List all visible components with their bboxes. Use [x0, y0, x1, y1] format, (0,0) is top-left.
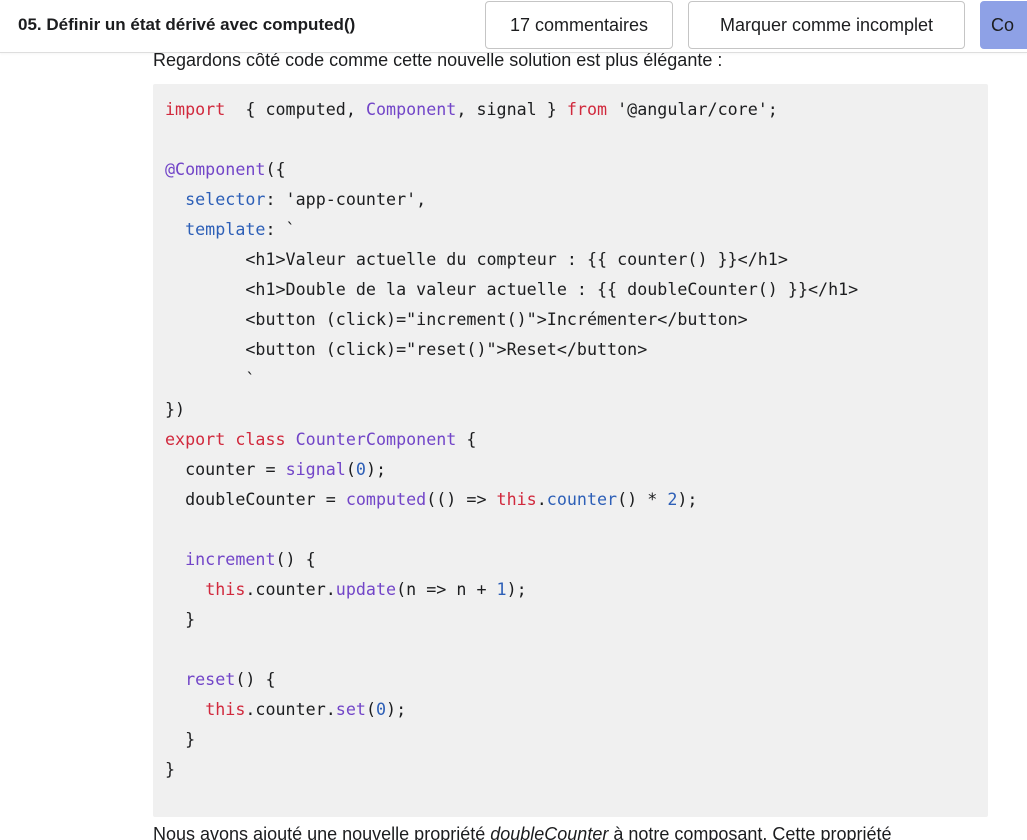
code-line: }: [165, 754, 858, 784]
code-token: ({: [265, 159, 286, 179]
code-token: .counter.: [245, 699, 336, 719]
code-token: 2: [667, 489, 678, 509]
code-line: export class CounterComponent {: [165, 424, 858, 454]
code-token: , signal }: [456, 99, 567, 119]
code-token: () {: [275, 549, 316, 569]
code-token: {: [456, 429, 477, 449]
outro-paragraph: Nous avons ajouté une nouvelle propriété…: [153, 824, 892, 840]
mark-incomplete-button[interactable]: Marquer comme incomplet: [688, 1, 965, 49]
code-token: reset: [185, 669, 236, 689]
code-token: () {: [235, 669, 276, 689]
code-token: <h1>Double de la valeur actuelle : {{ do…: [165, 279, 859, 299]
code-token: (() =>: [426, 489, 497, 509]
code-line: import { computed, Component, signal } f…: [165, 94, 858, 124]
code-line: <button (click)="reset()">Reset</button>: [165, 334, 858, 364]
code-line: <h1>Valeur actuelle du compteur : {{ cou…: [165, 244, 858, 274]
code-line: @Component({: [165, 154, 858, 184]
code-token: );: [506, 579, 527, 599]
code-token: 1: [496, 579, 507, 599]
code-token: from: [566, 99, 608, 119]
code-line: doubleCounter = computed(() => this.coun…: [165, 484, 858, 514]
code-token: }): [165, 399, 186, 419]
code-token: this: [205, 579, 246, 599]
code-token: this: [205, 699, 246, 719]
code-line: }): [165, 394, 858, 424]
code-token: : `: [265, 219, 296, 239]
code-token: '@angular/core';: [607, 99, 778, 119]
code-token: import: [165, 99, 226, 119]
code-token: signal: [285, 459, 346, 479]
comments-button[interactable]: 17 commentaires: [485, 1, 673, 49]
code-token: }: [165, 759, 176, 779]
code-token: () *: [617, 489, 668, 509]
code-token: 0: [355, 459, 366, 479]
code-token: class: [225, 429, 286, 449]
code-token: template: [185, 219, 266, 239]
code-token: <h1>Valeur actuelle du compteur : {{ cou…: [165, 249, 788, 269]
code-token: );: [365, 459, 387, 479]
outro-text-start: Nous avons ajouté une nouvelle propriété: [153, 824, 491, 840]
code-token: .counter.: [245, 579, 336, 599]
code-token: );: [386, 699, 407, 719]
code-line: <h1>Double de la valeur actuelle : {{ do…: [165, 274, 858, 304]
code-token: : 'app-counter',: [265, 189, 427, 209]
outro-text-emphasis: doubleCounter: [490, 824, 609, 840]
code-token: CounterComponent: [285, 429, 457, 449]
code-token: increment: [185, 549, 276, 569]
code-line: <button (click)="increment()">Incrémente…: [165, 304, 858, 334]
code-token: { computed,: [225, 99, 366, 119]
code-listing: import { computed, Component, signal } f…: [165, 94, 858, 784]
intro-paragraph: Regardons côté code comme cette nouvelle…: [153, 52, 723, 70]
code-token: }: [165, 609, 196, 629]
code-block: import { computed, Component, signal } f…: [153, 84, 988, 817]
code-line: template: `: [165, 214, 858, 244]
code-token: .: [536, 489, 547, 509]
code-token: (: [365, 699, 376, 719]
code-token: );: [677, 489, 698, 509]
code-token: export: [165, 429, 226, 449]
code-line: selector: 'app-counter',: [165, 184, 858, 214]
code-token: this: [496, 489, 537, 509]
lesson-header: 05. Définir un état dérivé avec computed…: [0, 0, 1027, 53]
code-line: reset() {: [165, 664, 858, 694]
code-token: computed: [345, 489, 427, 509]
code-token: Component: [365, 99, 457, 119]
code-line: this.counter.set(0);: [165, 694, 858, 724]
code-token: @Component: [165, 159, 266, 179]
code-token: counter: [546, 489, 618, 509]
lesson-title: 05. Définir un état dérivé avec computed…: [18, 15, 356, 34]
code-token: counter =: [165, 459, 286, 479]
code-line: counter = signal(0);: [165, 454, 858, 484]
code-line: }: [165, 724, 858, 754]
code-line: }: [165, 604, 858, 634]
code-token: <button (click)="increment()">Incrémente…: [165, 309, 748, 329]
code-token: (n => n +: [396, 579, 497, 599]
code-token: set: [335, 699, 366, 719]
code-token: doubleCounter =: [165, 489, 346, 509]
code-line: increment() {: [165, 544, 858, 574]
code-token: (: [345, 459, 356, 479]
code-token: `: [165, 369, 256, 389]
continue-button[interactable]: Co: [980, 1, 1027, 49]
outro-text-end: à notre composant. Cette propriété: [608, 824, 892, 840]
code-token: 0: [375, 699, 387, 719]
code-token: <button (click)="reset()">Reset</button>: [165, 339, 648, 359]
code-token: }: [165, 729, 196, 749]
code-token: update: [335, 579, 397, 599]
lesson-content: Regardons côté code comme cette nouvelle…: [0, 52, 1027, 840]
code-line: `: [165, 364, 858, 394]
code-line: this.counter.update(n => n + 1);: [165, 574, 858, 604]
code-token: selector: [185, 189, 266, 209]
